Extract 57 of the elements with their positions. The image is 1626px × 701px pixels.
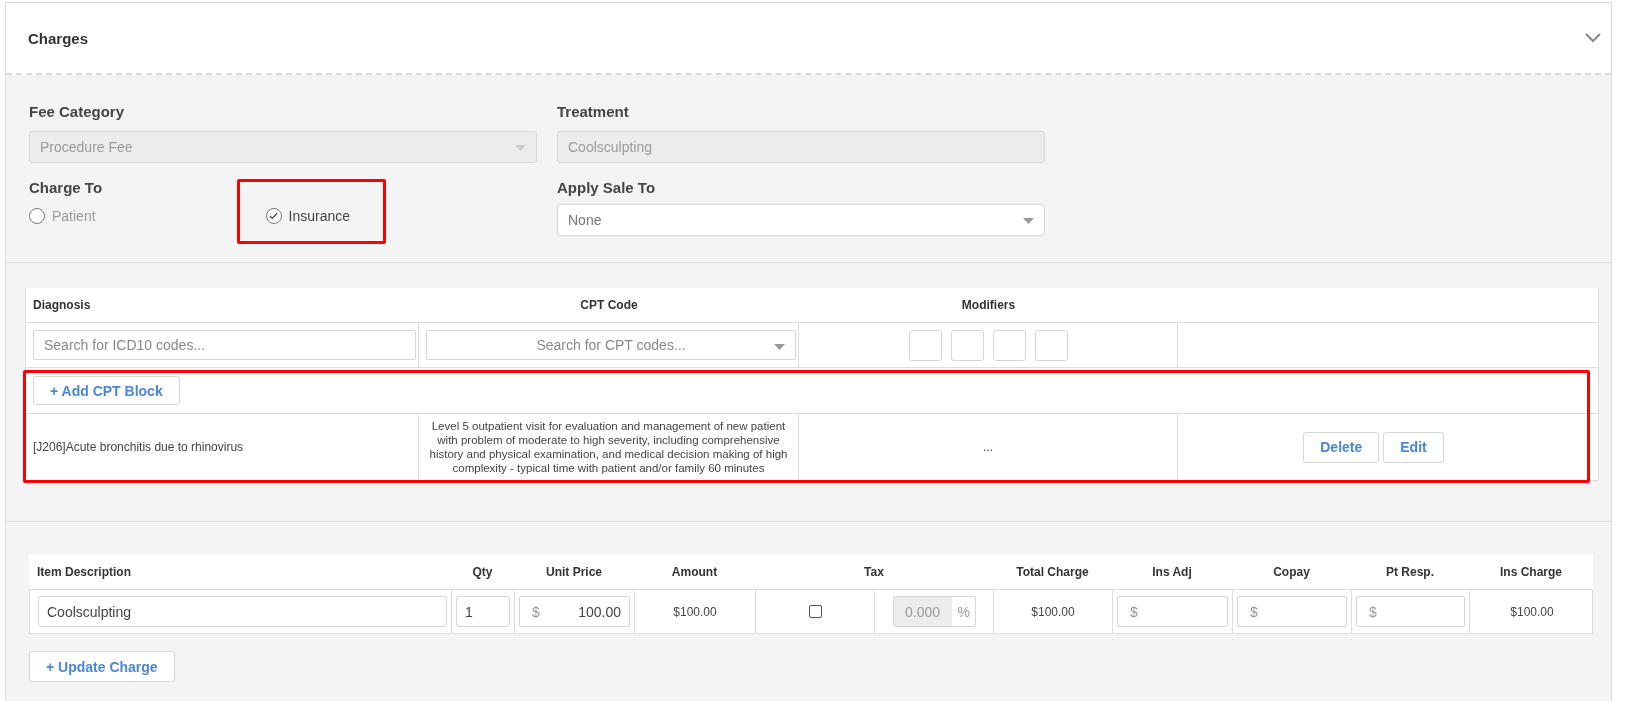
ins-adj-field[interactable]: $: [1117, 596, 1228, 627]
add-cpt-block-button[interactable]: + Add CPT Block: [33, 376, 180, 405]
action-button[interactable]: Edit: [1383, 431, 1444, 463]
unit-price-field[interactable]: $ 100.00: [519, 596, 630, 627]
field-label: Apply Sale To: [557, 179, 657, 196]
panel-title: Charges: [28, 29, 89, 47]
column-header: Amount: [670, 563, 719, 581]
currency-symbol: $: [532, 603, 540, 620]
column-header: Copay: [1272, 563, 1311, 581]
table-cell: [J206]Acute bronchitis due to rhinovirus: [26, 414, 419, 480]
quantity-field[interactable]: 1: [456, 596, 510, 627]
table-cell: Level 5 outpatient visit for evaluation and management of new patient with problem of moderate to high severity, including comprehensive history and physical examination, and medical decision making of high complexity - typical time with patient and/or family 60 minutes: [419, 414, 799, 480]
percent-symbol: %: [956, 602, 970, 622]
column-header: Unit Price: [545, 563, 603, 581]
radio-button[interactable]: [265, 208, 282, 224]
tax-checkbox[interactable]: [808, 605, 822, 618]
update-charge-button[interactable]: + Update Charge: [29, 651, 175, 682]
apply-sale-select[interactable]: None: [557, 204, 1045, 236]
chevron-icon[interactable]: [1585, 33, 1601, 43]
modifier-field[interactable]: [908, 329, 942, 361]
currency-symbol: $: [1250, 603, 1258, 620]
column-header: Item Description: [36, 563, 133, 581]
modifier-field[interactable]: [950, 329, 984, 361]
field-label: Fee Category: [29, 103, 126, 120]
action-button[interactable]: Delete: [1303, 431, 1380, 463]
radio-button[interactable]: [29, 208, 45, 224]
table-cell: $100.00: [1510, 604, 1554, 619]
table-cell: ...: [799, 414, 1178, 480]
column-header: Qty: [471, 563, 494, 581]
currency-symbol: $: [1130, 603, 1138, 620]
field-label: Charge To: [29, 179, 104, 196]
item-description-field[interactable]: Coolsculpting: [38, 596, 447, 627]
dropdown-caret-icon: [1023, 218, 1034, 224]
pt-resp-field[interactable]: $: [1356, 596, 1465, 627]
cpt-search-select[interactable]: Search for CPT codes...: [426, 330, 796, 360]
column-header: Pt Resp.: [1385, 563, 1435, 581]
diagnosis-search-field[interactable]: Search for ICD10 codes...: [33, 330, 416, 360]
column-header: Total Charge: [1015, 563, 1090, 581]
dropdown-caret-icon: [774, 344, 785, 350]
dropdown-caret-icon: [515, 145, 526, 151]
column-header: CPT Code: [579, 297, 639, 314]
modifier-field[interactable]: [1034, 329, 1068, 361]
table-cell: $100.00: [673, 604, 717, 619]
radio-label[interactable]: Insurance: [288, 208, 351, 224]
radio-label[interactable]: Patient: [52, 208, 96, 224]
column-header: Ins Charge: [1499, 563, 1563, 581]
column-header: Diagnosis: [32, 297, 92, 314]
tax-rate-field[interactable]: 0.000 %: [892, 596, 976, 627]
field-label: Treatment: [557, 103, 630, 120]
currency-symbol: $: [1369, 603, 1377, 620]
column-header: Ins Adj: [1151, 563, 1193, 581]
column-header: Modifiers: [960, 297, 1017, 314]
modifier-field[interactable]: [992, 329, 1026, 361]
copay-field[interactable]: $: [1237, 596, 1347, 627]
checkmark-icon: [269, 212, 279, 220]
column-header: Tax: [863, 563, 885, 581]
table-cell: $100.00: [1031, 604, 1075, 619]
